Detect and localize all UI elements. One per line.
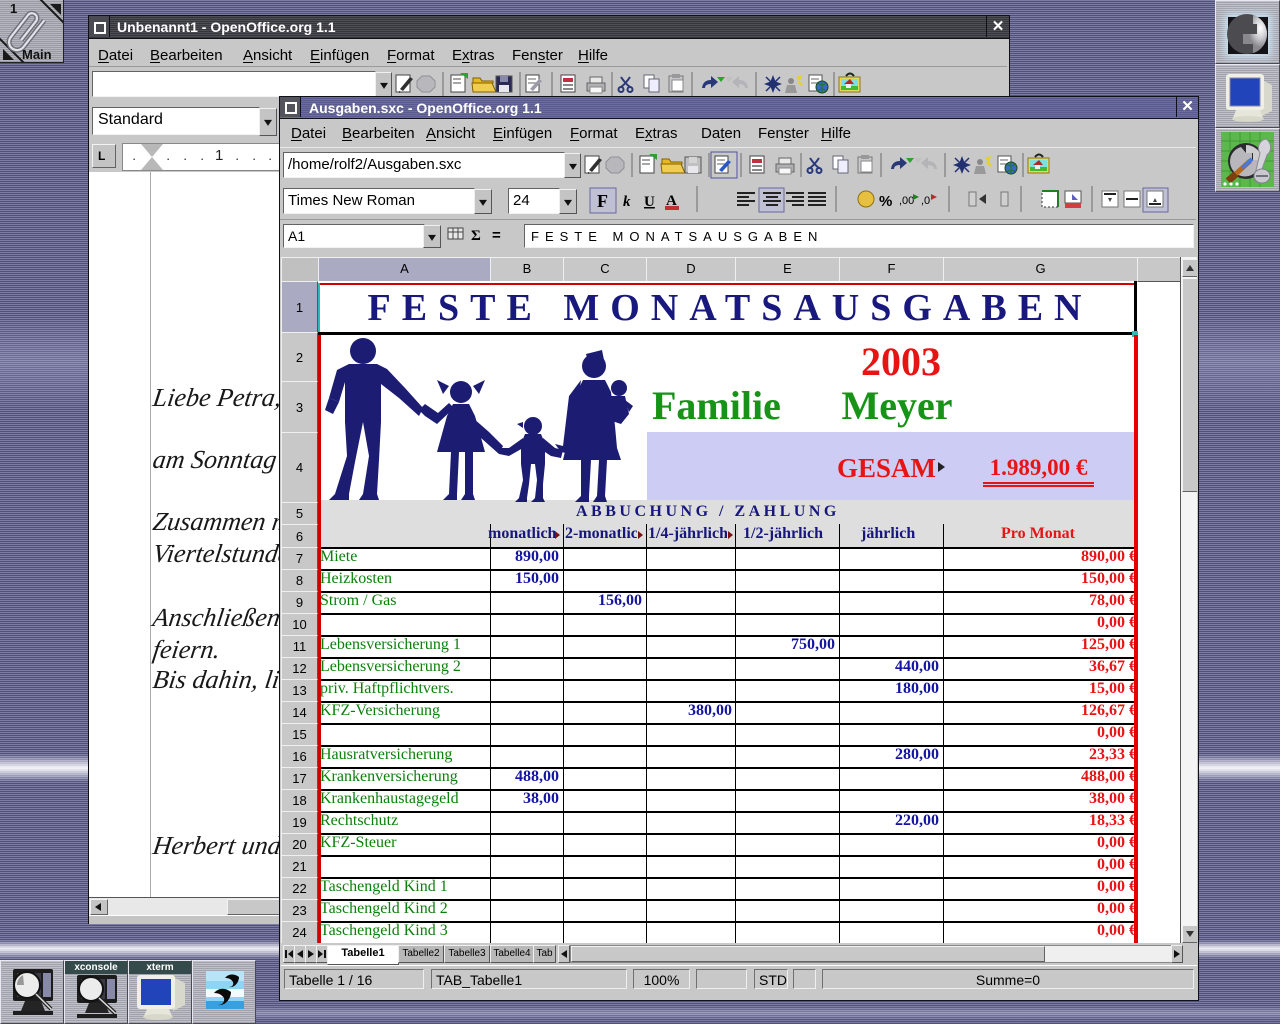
svg-text:k: k xyxy=(623,194,631,210)
svg-text:Main: Main xyxy=(22,47,52,62)
svg-text:U: U xyxy=(644,194,655,210)
svg-text:%: % xyxy=(879,193,892,210)
svg-text:F: F xyxy=(597,191,608,211)
svg-text:,00: ,00 xyxy=(899,195,914,207)
svg-text:Σ: Σ xyxy=(471,228,481,244)
svg-text:1: 1 xyxy=(10,1,17,16)
svg-text:=: = xyxy=(492,227,501,244)
svg-text:,0: ,0 xyxy=(921,195,930,207)
